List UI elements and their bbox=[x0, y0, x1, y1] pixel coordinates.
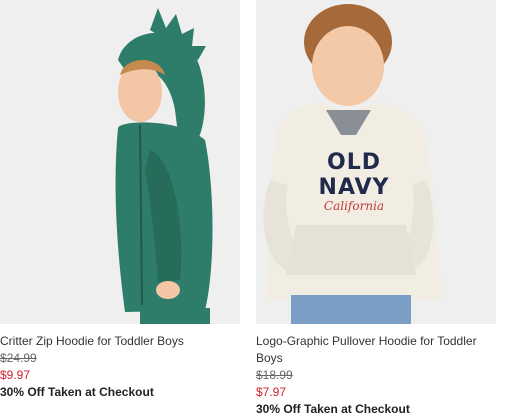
logo-print: OLD NAVY California bbox=[294, 150, 414, 213]
product-card-logo-hoodie[interactable]: OLD NAVY California Logo-Graphic Pullove… bbox=[256, 0, 496, 418]
sale-price: $9.97 bbox=[0, 368, 31, 382]
product-card-critter-hoodie[interactable]: Critter Zip Hoodie for Toddler Boys $24.… bbox=[0, 0, 240, 401]
product-image-logo-hoodie[interactable]: OLD NAVY California bbox=[256, 0, 496, 324]
logo-print-line2: California bbox=[323, 199, 385, 213]
sale-price: $7.97 bbox=[256, 385, 287, 399]
original-price: $24.99 bbox=[0, 351, 37, 365]
promo-text: 30% Off Taken at Checkout bbox=[256, 402, 410, 416]
logo-print-line1: OLD NAVY bbox=[318, 150, 390, 200]
product-image-critter-hoodie[interactable] bbox=[0, 0, 240, 324]
original-price: $18.99 bbox=[256, 368, 293, 382]
product-info: Logo-Graphic Pullover Hoodie for Toddler… bbox=[256, 333, 496, 418]
promo-text: 30% Off Taken at Checkout bbox=[0, 385, 154, 399]
product-name[interactable]: Logo-Graphic Pullover Hoodie for Toddler… bbox=[256, 333, 496, 367]
product-name[interactable]: Critter Zip Hoodie for Toddler Boys bbox=[0, 333, 240, 350]
product-info: Critter Zip Hoodie for Toddler Boys $24.… bbox=[0, 333, 240, 401]
